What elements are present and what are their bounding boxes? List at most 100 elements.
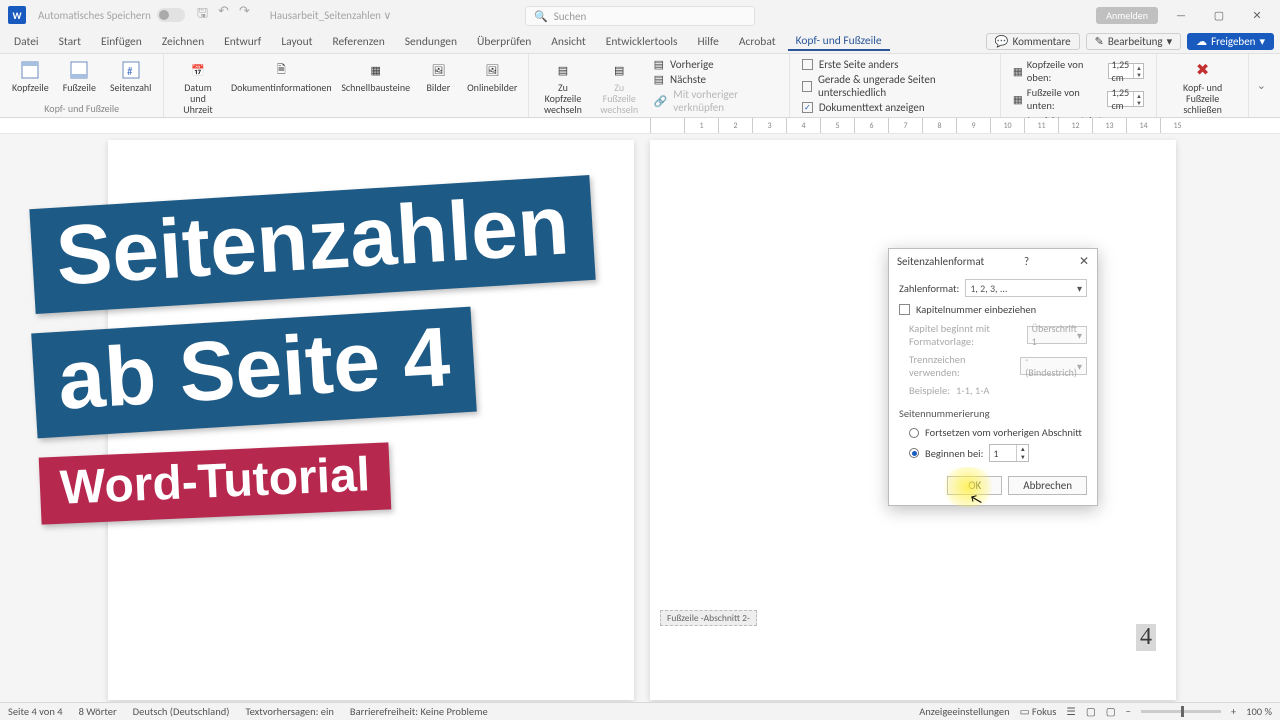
text-predictions[interactable]: Textvorhersagen: ein bbox=[245, 705, 333, 718]
save-icon[interactable]: 🖫 bbox=[197, 4, 208, 26]
number-format-label: Zahlenformat: bbox=[899, 282, 959, 295]
chevron-down-icon: ▾ bbox=[1077, 282, 1082, 295]
word-count[interactable]: 8 Wörter bbox=[79, 705, 117, 718]
tab-einfuegen[interactable]: Einfügen bbox=[93, 33, 150, 51]
ribbon-tabs: Datei Start Einfügen Zeichnen Entwurf La… bbox=[0, 30, 1280, 54]
search-box[interactable]: 🔍 Suchen bbox=[525, 6, 755, 26]
header-button[interactable]: Kopfzeile bbox=[6, 56, 55, 100]
undo-icon[interactable]: ↶ bbox=[218, 4, 229, 26]
zoom-out-icon[interactable]: − bbox=[1126, 705, 1131, 718]
tab-start[interactable]: Start bbox=[51, 33, 89, 51]
close-header-footer-button[interactable]: ✖Kopf- und Fußzeile schließen bbox=[1163, 56, 1241, 119]
start-at-label: Beginnen bei: bbox=[925, 447, 983, 460]
tab-entwicklertools[interactable]: Entwicklertools bbox=[598, 33, 686, 51]
document-name[interactable]: Hausarbeit_Seitenzahlen ∨ bbox=[270, 9, 392, 22]
quick-access-toolbar: 🖫 ↶ ↷ bbox=[197, 4, 250, 26]
docinfo-button[interactable]: 🗎Dokumentinformationen bbox=[228, 56, 336, 119]
chapter-style-label: Kapitel beginnt mit Formatvorlage: bbox=[909, 322, 1021, 348]
footer-button[interactable]: Fußzeile bbox=[57, 56, 102, 100]
ok-button[interactable]: OK ↖ bbox=[947, 476, 1002, 495]
redo-icon[interactable]: ↷ bbox=[239, 4, 250, 26]
number-format-select[interactable]: 1, 2, 3, ...▾ bbox=[965, 279, 1087, 297]
display-settings[interactable]: Anzeigeeinstellungen bbox=[919, 705, 1009, 718]
footer-icon bbox=[69, 60, 89, 80]
title-bar: W Automatisches Speichern 🖫 ↶ ↷ Hausarbe… bbox=[0, 0, 1280, 30]
show-doctext-checkbox[interactable]: ✓Dokumenttext anzeigen bbox=[802, 101, 988, 114]
dialog-close-icon[interactable]: ✕ bbox=[1079, 254, 1089, 269]
header-icon bbox=[20, 60, 40, 80]
numbering-section-label: Seitennummerierung bbox=[899, 407, 1087, 420]
tab-datei[interactable]: Datei bbox=[6, 33, 47, 51]
maximize-icon[interactable]: ▢ bbox=[1204, 9, 1234, 22]
online-pictures-button[interactable]: 🖼Onlinebilder bbox=[462, 56, 522, 119]
goto-header-button[interactable]: ▤Zu Kopfzeile wechseln bbox=[535, 56, 591, 119]
page-count[interactable]: Seite 4 von 4 bbox=[8, 705, 63, 718]
print-layout-icon[interactable]: ▢ bbox=[1086, 705, 1096, 718]
calendar-icon: 📅 bbox=[188, 60, 208, 80]
chapter-style-select: Überschrift 1▾ bbox=[1027, 326, 1087, 344]
first-page-different-checkbox[interactable]: Erste Seite anders bbox=[802, 58, 988, 71]
focus-view-button[interactable]: ▭ Fokus bbox=[1020, 705, 1057, 718]
header-from-top-row: ▦ Kopfzeile von oben:1,25 cm▲▼ bbox=[1013, 58, 1145, 84]
tab-ueberpruefen[interactable]: Überprüfen bbox=[469, 33, 539, 51]
tab-ansicht[interactable]: Ansicht bbox=[543, 33, 593, 51]
tab-layout[interactable]: Layout bbox=[273, 33, 320, 51]
tab-zeichnen[interactable]: Zeichnen bbox=[154, 33, 212, 51]
header-top-spinner[interactable]: 1,25 cm▲▼ bbox=[1108, 63, 1145, 79]
signin-button[interactable]: Anmelden bbox=[1096, 7, 1158, 24]
date-time-button[interactable]: 📅Datum und Uhrzeit bbox=[170, 56, 225, 119]
pagenumber-button[interactable]: #Seitenzahl bbox=[104, 56, 157, 100]
group-label: Kopf- und Fußzeile bbox=[6, 100, 157, 117]
start-at-radio[interactable] bbox=[909, 448, 919, 458]
page-number-format-dialog: Seitenzahlenformat ? ✕ Zahlenformat: 1, … bbox=[888, 248, 1098, 506]
dialog-title: Seitenzahlenformat bbox=[897, 255, 984, 268]
close-icon[interactable]: ✕ bbox=[1242, 9, 1272, 22]
dialog-help-icon[interactable]: ? bbox=[1024, 255, 1029, 268]
comments-button[interactable]: 💬 Kommentare bbox=[986, 33, 1080, 50]
horizontal-ruler[interactable]: 1 2 3 4 5 6 7 8 9 10 11 12 13 14 15 bbox=[0, 118, 1280, 134]
share-button[interactable]: ☁ Freigeben ▾ bbox=[1187, 33, 1274, 50]
tab-sendungen[interactable]: Sendungen bbox=[397, 33, 465, 51]
include-chapter-checkbox[interactable] bbox=[899, 304, 910, 315]
ribbon-collapse-icon[interactable]: ⌄ bbox=[1249, 54, 1274, 117]
read-view-icon[interactable]: ☰ bbox=[1066, 705, 1075, 718]
zoom-in-icon[interactable]: + bbox=[1231, 705, 1236, 718]
online-picture-icon: 🖼 bbox=[482, 60, 502, 80]
editing-button[interactable]: ✎ Bearbeitung ▾ bbox=[1086, 33, 1182, 50]
autosave-toggle[interactable]: Automatisches Speichern bbox=[38, 8, 185, 22]
autosave-label: Automatisches Speichern bbox=[38, 9, 151, 22]
footer-bottom-spinner[interactable]: 1,25 cm▲▼ bbox=[1107, 91, 1144, 107]
minimize-icon[interactable]: — bbox=[1166, 9, 1196, 22]
previous-button[interactable]: ▤ Vorherige bbox=[654, 58, 777, 71]
group-options: Erste Seite anders Gerade & ungerade Sei… bbox=[790, 54, 1001, 117]
start-at-spinner[interactable]: 1▲▼ bbox=[989, 444, 1029, 462]
footer-section-tag: Fußzeile -Abschnitt 2- bbox=[660, 610, 757, 626]
cancel-button[interactable]: Abbrechen bbox=[1008, 476, 1087, 495]
examples-value: 1-1, 1-A bbox=[956, 384, 989, 397]
app-icon: W bbox=[8, 6, 26, 24]
odd-even-different-checkbox[interactable]: Gerade & ungerade Seiten unterschiedlich bbox=[802, 73, 988, 99]
tab-header-footer[interactable]: Kopf- und Fußzeile bbox=[788, 32, 890, 51]
close-hf-icon: ✖ bbox=[1193, 60, 1213, 80]
continue-radio[interactable] bbox=[909, 428, 919, 438]
tab-hilfe[interactable]: Hilfe bbox=[689, 33, 726, 51]
tab-entwurf[interactable]: Entwurf bbox=[216, 33, 269, 51]
language[interactable]: Deutsch (Deutschland) bbox=[133, 705, 230, 718]
next-button[interactable]: ▤ Nächste bbox=[654, 73, 777, 86]
info-icon: 🗎 bbox=[271, 60, 291, 80]
quickparts-button[interactable]: ▦Schnellbausteine bbox=[337, 56, 414, 119]
separator-select: - (Bindestrich)▾ bbox=[1020, 357, 1087, 375]
goto-footer-icon: ▤ bbox=[609, 60, 629, 80]
pictures-button[interactable]: 🖼Bilder bbox=[416, 56, 460, 119]
svg-text:#: # bbox=[127, 65, 133, 78]
tab-referenzen[interactable]: Referenzen bbox=[324, 33, 392, 51]
search-icon: 🔍 bbox=[534, 10, 548, 23]
web-layout-icon[interactable]: ▢ bbox=[1106, 705, 1116, 718]
accessibility-status[interactable]: Barrierefreiheit: Keine Probleme bbox=[350, 705, 488, 718]
zoom-slider[interactable] bbox=[1141, 710, 1221, 713]
examples-label: Beispiele: bbox=[909, 384, 950, 397]
tab-acrobat[interactable]: Acrobat bbox=[731, 33, 784, 51]
link-previous-button: 🔗 Mit vorheriger verknüpfen bbox=[654, 88, 777, 114]
zoom-level[interactable]: 100 % bbox=[1246, 705, 1272, 718]
include-chapter-label: Kapitelnummer einbeziehen bbox=[916, 303, 1036, 316]
